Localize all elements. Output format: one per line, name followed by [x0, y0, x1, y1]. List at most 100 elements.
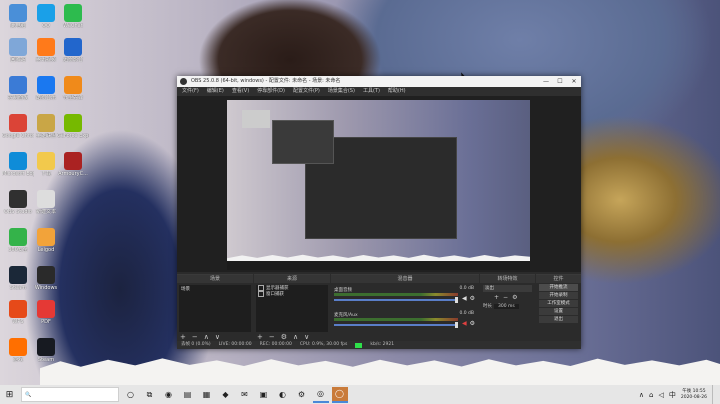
- sources-dock-title: 来源: [254, 275, 330, 283]
- show-desktop-button[interactable]: [712, 385, 716, 404]
- volume-slider-handle[interactable]: [455, 322, 458, 328]
- preview-canvas[interactable]: [227, 100, 530, 270]
- volume-icon[interactable]: ◁: [658, 391, 663, 399]
- source-properties-button[interactable]: ⚙: [281, 333, 287, 341]
- move-source-up-button[interactable]: ∧: [293, 333, 298, 341]
- remove-scene-button[interactable]: −: [192, 333, 198, 341]
- maximize-button[interactable]: ☐: [553, 76, 567, 87]
- sources-list[interactable]: 显示器捕获 窗口捕获: [256, 285, 328, 332]
- app-icon[interactable]: ◆: [218, 387, 234, 403]
- controls-dock-title: 控件: [536, 275, 581, 283]
- volume-slider-handle[interactable]: [455, 297, 458, 303]
- close-button[interactable]: ✕: [567, 76, 581, 87]
- volume-slider[interactable]: [334, 299, 458, 301]
- desktop-icon[interactable]: ArmouryC...: [57, 152, 89, 177]
- live-time: LIVE: 00:00:00: [218, 342, 252, 347]
- desktop-icon[interactable]: Leigod: [30, 228, 62, 253]
- add-transition-button[interactable]: +: [494, 294, 499, 301]
- minimize-button[interactable]: —: [539, 76, 553, 87]
- exit-button[interactable]: 退出: [539, 316, 578, 323]
- volume-slider[interactable]: [334, 324, 458, 326]
- menu-edit[interactable]: 编辑(E): [207, 87, 224, 96]
- clock-time: 10:55: [692, 388, 706, 394]
- speaker-icon[interactable]: ◀: [462, 296, 468, 302]
- start-recording-button[interactable]: 开始录制: [539, 292, 578, 299]
- desktop-icon[interactable]: Steam: [30, 338, 62, 363]
- store-icon[interactable]: ▦: [199, 387, 215, 403]
- source-item[interactable]: 窗口捕获: [256, 291, 328, 297]
- app-icon: [9, 38, 27, 56]
- start-streaming-button[interactable]: 开始推流: [539, 284, 578, 291]
- transition-properties-button[interactable]: ⚙: [512, 294, 517, 301]
- add-scene-button[interactable]: +: [180, 333, 186, 341]
- desktop-icon[interactable]: 守望先锋: [57, 76, 89, 101]
- volume-meter: [334, 318, 458, 321]
- gear-icon[interactable]: ⚙: [470, 321, 475, 327]
- gear-icon[interactable]: ⚙: [470, 296, 475, 302]
- app-icon: [9, 114, 27, 132]
- desktop-icon[interactable]: GeForce Experience: [57, 114, 89, 139]
- taskbar: ⊞ 🔍 ○ ⧉ ◉ ▤ ▦ ◆ ✉ ▣ ◐ ⚙ ◎ ◯ ∧ ⌂ ◁ 中 午後 1…: [0, 385, 720, 404]
- settings-button[interactable]: 设置: [539, 308, 578, 315]
- muted-speaker-icon[interactable]: ◀: [462, 321, 468, 327]
- menu-tools[interactable]: 工具(T): [363, 87, 380, 96]
- menu-view[interactable]: 查看(V): [232, 87, 249, 96]
- network-icon[interactable]: ⌂: [649, 391, 653, 399]
- nested-obs-window-2: [272, 120, 334, 164]
- app-icon: [9, 152, 27, 170]
- chevron-up-icon[interactable]: ∧: [639, 391, 644, 399]
- move-scene-down-button[interactable]: ∨: [215, 333, 220, 341]
- scenes-list[interactable]: 场景: [179, 285, 251, 332]
- desktop-icon-label: GeForce Experience: [57, 133, 89, 139]
- app-icon: [37, 38, 55, 56]
- clock[interactable]: 午後 10:55 2020-08-26: [681, 389, 707, 401]
- cortana-icon[interactable]: ○: [123, 387, 139, 403]
- dropped-frames: 丢帧 0 (0.0%): [181, 342, 211, 347]
- menu-file[interactable]: 文件(F): [182, 87, 199, 96]
- transition-select[interactable]: 淡出: [483, 285, 532, 292]
- windows-start-icon[interactable]: ⊞: [2, 387, 18, 403]
- studio-mode-button[interactable]: 工作室模式: [539, 300, 578, 307]
- scene-item[interactable]: 场景: [179, 285, 251, 293]
- menu-help[interactable]: 帮助(H): [388, 87, 406, 96]
- task-view-icon[interactable]: ⧉: [142, 387, 158, 403]
- app-icon: [64, 4, 82, 22]
- app-icon: [37, 300, 55, 318]
- app-icon: [37, 266, 55, 284]
- obs-preview-area[interactable]: [177, 96, 581, 272]
- obs-taskbar-icon[interactable]: ◯: [331, 386, 348, 403]
- desktop-icon-label: Leigod: [37, 247, 55, 253]
- add-source-button[interactable]: +: [257, 333, 263, 341]
- desktop-icon[interactable]: 迅雷影音: [57, 38, 89, 63]
- nested-obs-window-3: [242, 110, 270, 128]
- system-tray: ∧ ⌂ ◁ 中 午後 10:55 2020-08-26: [639, 385, 716, 404]
- settings-icon[interactable]: ⚙: [294, 387, 310, 403]
- duration-input[interactable]: 300 ms: [494, 303, 519, 309]
- app-icon[interactable]: ▣: [256, 387, 272, 403]
- obs-titlebar[interactable]: OBS 25.0.8 (64-bit, windows) - 配置文件: 未命名…: [177, 76, 581, 87]
- file-explorer-icon[interactable]: ▤: [180, 387, 196, 403]
- cpu-usage: CPU: 0.9%, 30.00 fps: [299, 342, 348, 347]
- app-icon: [37, 152, 55, 170]
- edge-icon[interactable]: ◉: [161, 387, 177, 403]
- desktop-icon-label: 守望先锋: [62, 95, 83, 101]
- app-icon[interactable]: ◎: [312, 387, 329, 403]
- menu-profile[interactable]: 配置文件(P): [293, 87, 320, 96]
- app-icon: [9, 228, 27, 246]
- move-scene-up-button[interactable]: ∧: [204, 333, 209, 341]
- desktop-icon-label: Windows: [34, 285, 58, 291]
- menu-scene-collection[interactable]: 场景集合(S): [328, 87, 355, 96]
- desktop-icon[interactable]: WeChat: [57, 4, 89, 29]
- desktop-icon[interactable]: Windows: [30, 266, 62, 291]
- desktop-icon[interactable]: PDF: [30, 300, 62, 325]
- move-source-down-button[interactable]: ∨: [304, 333, 309, 341]
- chrome-icon[interactable]: ◐: [275, 387, 291, 403]
- desktop-icon[interactable]: 新建文本: [30, 190, 62, 215]
- app-icon: [37, 114, 55, 132]
- menu-docks[interactable]: 停靠部件(D): [257, 87, 285, 96]
- ime-icon[interactable]: 中: [669, 390, 676, 400]
- mail-icon[interactable]: ✉: [237, 387, 253, 403]
- remove-transition-button[interactable]: −: [503, 294, 508, 301]
- search-input[interactable]: 🔍: [21, 387, 119, 402]
- remove-source-button[interactable]: −: [269, 333, 275, 341]
